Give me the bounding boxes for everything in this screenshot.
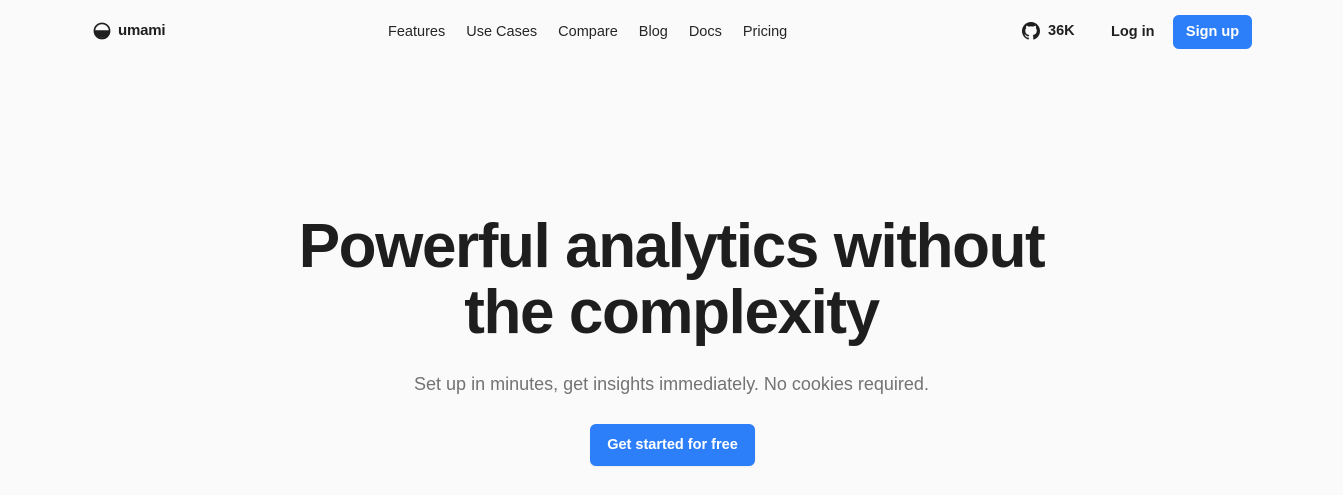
nav-item-pricing[interactable]: Pricing xyxy=(743,23,787,41)
nav-item-use-cases[interactable]: Use Cases xyxy=(466,23,537,41)
login-link[interactable]: Log in xyxy=(1111,23,1155,41)
hero-title-line-2: the complexity xyxy=(464,278,880,347)
nav-item-blog[interactable]: Blog xyxy=(639,23,668,41)
hero-title-line-1: Powerful analytics without xyxy=(298,212,1046,281)
umami-logo-icon xyxy=(93,22,111,40)
nav-item-compare[interactable]: Compare xyxy=(558,23,618,41)
get-started-button[interactable]: Get started for free xyxy=(590,424,755,466)
page: umami Features Use Cases Compare Blog Do… xyxy=(0,0,1343,495)
hero-subtitle: Set up in minutes, get insights immediat… xyxy=(414,374,929,394)
nav-item-docs[interactable]: Docs xyxy=(689,23,722,41)
brand-name: umami xyxy=(118,22,166,39)
main-nav: Features Use Cases Compare Blog Docs Pri… xyxy=(388,23,787,41)
brand-logo-link[interactable]: umami xyxy=(93,22,166,40)
nav-item-features[interactable]: Features xyxy=(388,23,445,41)
hero-title: Powerful analytics without the complexit… xyxy=(0,214,1343,346)
github-star-count: 36K xyxy=(1048,23,1075,39)
site-header: umami Features Use Cases Compare Blog Do… xyxy=(0,0,1343,64)
signup-button[interactable]: Sign up xyxy=(1173,15,1252,49)
github-icon xyxy=(1022,22,1040,40)
github-link[interactable]: 36K xyxy=(1022,22,1075,40)
